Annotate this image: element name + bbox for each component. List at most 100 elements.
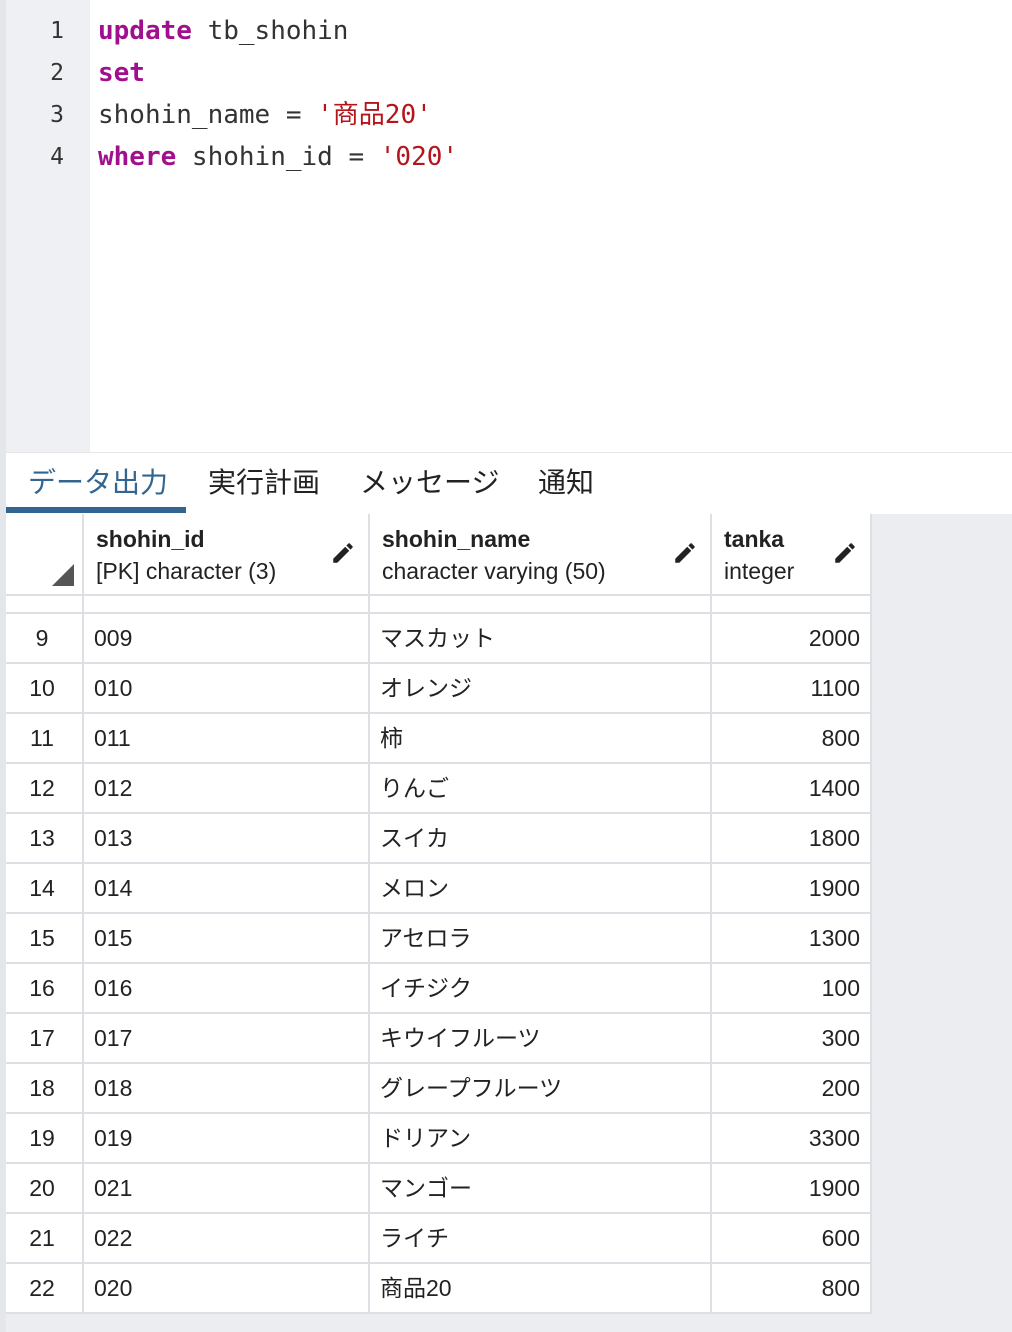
tab-notifications[interactable]: 通知 bbox=[518, 463, 614, 515]
sql-editor[interactable]: 1 2 3 4 update tb_shohin set shohin_name… bbox=[0, 0, 1012, 452]
tanka-cell[interactable]: 3300 bbox=[712, 1114, 872, 1164]
row-number-cell[interactable]: 14 bbox=[6, 864, 84, 914]
shohin-name-cell[interactable]: イチジク bbox=[370, 964, 712, 1014]
row-number-cell[interactable]: 13 bbox=[6, 814, 84, 864]
column-header-shohin-id[interactable]: shohin_id [PK] character (3) bbox=[84, 514, 370, 596]
shohin-id-cell[interactable]: 012 bbox=[84, 764, 370, 814]
pencil-icon[interactable] bbox=[832, 540, 858, 566]
shohin-name-cell[interactable]: オレンジ bbox=[370, 664, 712, 714]
code-line[interactable]: update tb_shohin bbox=[98, 10, 348, 52]
table-row[interactable]: 9 009 マスカット 2000 bbox=[6, 614, 872, 664]
table-row[interactable]: 22 020 商品20 800 bbox=[6, 1264, 872, 1314]
row-number-cell[interactable]: 21 bbox=[6, 1214, 84, 1264]
tanka-cell bbox=[712, 596, 872, 614]
shohin-name-cell[interactable]: キウイフルーツ bbox=[370, 1014, 712, 1064]
shohin-id-cell[interactable]: 018 bbox=[84, 1064, 370, 1114]
shohin-name-cell[interactable]: 商品20 bbox=[370, 1264, 712, 1314]
table-row[interactable]: 12 012 りんご 1400 bbox=[6, 764, 872, 814]
shohin-name-cell[interactable]: スイカ bbox=[370, 814, 712, 864]
shohin-id-cell[interactable]: 013 bbox=[84, 814, 370, 864]
shohin-name-cell[interactable]: りんご bbox=[370, 764, 712, 814]
tanka-cell[interactable]: 2000 bbox=[712, 614, 872, 664]
row-number-cell[interactable]: 19 bbox=[6, 1114, 84, 1164]
tanka-cell[interactable]: 800 bbox=[712, 1264, 872, 1314]
code-line[interactable]: shohin_name = '商品20' bbox=[98, 94, 432, 136]
row-number-cell[interactable]: 22 bbox=[6, 1264, 84, 1314]
tanka-cell[interactable]: 1800 bbox=[712, 814, 872, 864]
table-row[interactable]: 17 017 キウイフルーツ 300 bbox=[6, 1014, 872, 1064]
column-header-shohin-name[interactable]: shohin_name character varying (50) bbox=[370, 514, 712, 596]
tanka-cell[interactable]: 1100 bbox=[712, 664, 872, 714]
shohin-name-cell[interactable]: ドリアン bbox=[370, 1114, 712, 1164]
shohin-name-cell[interactable]: マンゴー bbox=[370, 1164, 712, 1214]
shohin-id-cell[interactable]: 009 bbox=[84, 614, 370, 664]
table-row[interactable]: 11 011 柿 800 bbox=[6, 714, 872, 764]
tab-explain[interactable]: 実行計画 bbox=[188, 463, 340, 515]
shohin-name-cell[interactable]: マスカット bbox=[370, 614, 712, 664]
row-number-cell[interactable]: 15 bbox=[6, 914, 84, 964]
row-number-cell[interactable]: 9 bbox=[6, 614, 84, 664]
tanka-cell[interactable]: 300 bbox=[712, 1014, 872, 1064]
tanka-cell[interactable]: 1900 bbox=[712, 1164, 872, 1214]
line-number: 1 bbox=[50, 18, 64, 44]
table-row[interactable]: 15 015 アセロラ 1300 bbox=[6, 914, 872, 964]
tanka-cell[interactable]: 200 bbox=[712, 1064, 872, 1114]
shohin-name-cell[interactable]: ライチ bbox=[370, 1214, 712, 1264]
table-row[interactable]: 14 014 メロン 1900 bbox=[6, 864, 872, 914]
shohin-id-cell bbox=[84, 596, 370, 614]
table-row[interactable]: 21 022 ライチ 600 bbox=[6, 1214, 872, 1264]
shohin-name-cell[interactable]: グレープフルーツ bbox=[370, 1064, 712, 1114]
shohin-name-cell[interactable]: メロン bbox=[370, 864, 712, 914]
data-grid: shohin_id [PK] character (3) shohin_name… bbox=[0, 514, 1012, 1332]
line-number: 2 bbox=[50, 60, 64, 86]
shohin-id-cell[interactable]: 020 bbox=[84, 1264, 370, 1314]
corner-triangle-icon bbox=[52, 564, 74, 586]
row-number-cell[interactable]: 11 bbox=[6, 714, 84, 764]
shohin-id-cell[interactable]: 014 bbox=[84, 864, 370, 914]
shohin-id-cell[interactable]: 015 bbox=[84, 914, 370, 964]
shohin-id-cell[interactable]: 022 bbox=[84, 1214, 370, 1264]
line-number: 4 bbox=[50, 144, 64, 170]
row-number-cell[interactable]: 18 bbox=[6, 1064, 84, 1114]
row-number-cell[interactable]: 16 bbox=[6, 964, 84, 1014]
sql-keyword: where bbox=[98, 142, 177, 172]
sql-keyword: set bbox=[98, 58, 145, 88]
sql-string: '020' bbox=[379, 142, 459, 172]
shohin-id-cell[interactable]: 017 bbox=[84, 1014, 370, 1064]
column-header-tanka[interactable]: tanka integer bbox=[712, 514, 872, 596]
column-name: shohin_id bbox=[96, 526, 205, 552]
row-number-cell[interactable]: 10 bbox=[6, 664, 84, 714]
tab-messages[interactable]: メッセージ bbox=[340, 463, 519, 515]
tanka-cell[interactable]: 1400 bbox=[712, 764, 872, 814]
table-row[interactable]: 13 013 スイカ 1800 bbox=[6, 814, 872, 864]
pencil-icon[interactable] bbox=[330, 540, 356, 566]
column-type: integer bbox=[724, 558, 795, 584]
tanka-cell[interactable]: 800 bbox=[712, 714, 872, 764]
shohin-id-cell[interactable]: 010 bbox=[84, 664, 370, 714]
pencil-icon[interactable] bbox=[672, 540, 698, 566]
shohin-name-cell[interactable]: アセロラ bbox=[370, 914, 712, 964]
table-row[interactable]: 18 018 グレープフルーツ 200 bbox=[6, 1064, 872, 1114]
tanka-cell[interactable]: 600 bbox=[712, 1214, 872, 1264]
shohin-id-cell[interactable]: 011 bbox=[84, 714, 370, 764]
code-line[interactable]: where shohin_id = '020' bbox=[98, 136, 458, 178]
shohin-id-cell[interactable]: 021 bbox=[84, 1164, 370, 1214]
code-line[interactable]: set bbox=[98, 52, 145, 94]
table-row[interactable]: 10 010 オレンジ 1100 bbox=[6, 664, 872, 714]
column-type: character varying (50) bbox=[382, 558, 606, 584]
result-tabs: データ出力 実行計画 メッセージ 通知 bbox=[0, 452, 1012, 514]
shohin-name-cell bbox=[370, 596, 712, 614]
tanka-cell[interactable]: 1300 bbox=[712, 914, 872, 964]
shohin-id-cell[interactable]: 016 bbox=[84, 964, 370, 1014]
corner-header[interactable] bbox=[6, 514, 84, 596]
table-row[interactable]: 16 016 イチジク 100 bbox=[6, 964, 872, 1014]
row-number-cell[interactable]: 20 bbox=[6, 1164, 84, 1214]
table-row[interactable]: 19 019 ドリアン 3300 bbox=[6, 1114, 872, 1164]
row-number-cell[interactable]: 17 bbox=[6, 1014, 84, 1064]
shohin-name-cell[interactable]: 柿 bbox=[370, 714, 712, 764]
table-row[interactable]: 20 021 マンゴー 1900 bbox=[6, 1164, 872, 1214]
row-number-cell[interactable]: 12 bbox=[6, 764, 84, 814]
shohin-id-cell[interactable]: 019 bbox=[84, 1114, 370, 1164]
tanka-cell[interactable]: 100 bbox=[712, 964, 872, 1014]
tanka-cell[interactable]: 1900 bbox=[712, 864, 872, 914]
